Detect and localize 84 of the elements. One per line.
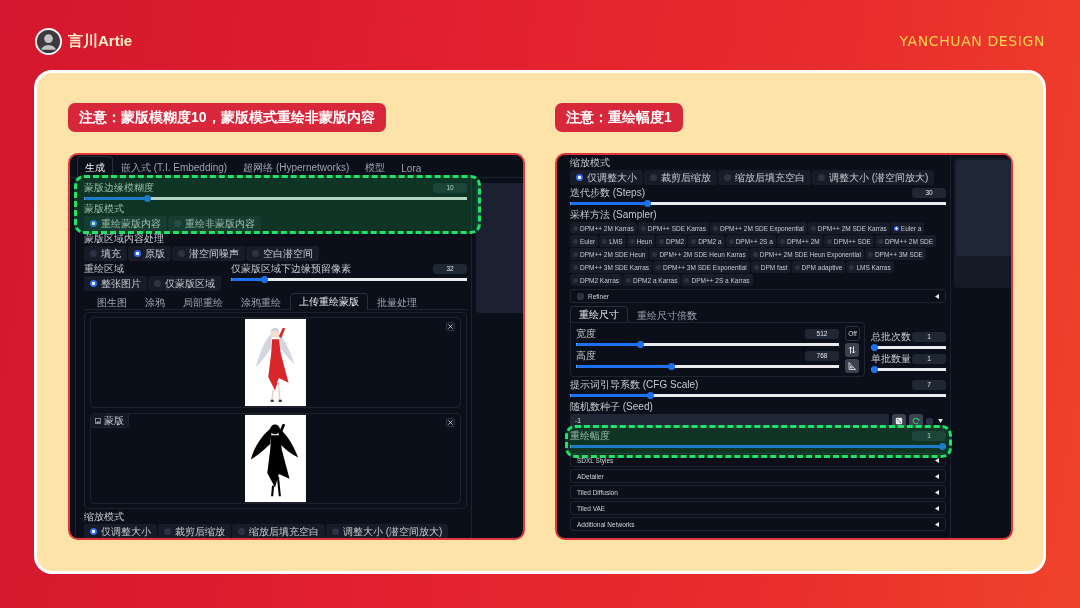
- tab[interactable]: 涂鸦: [136, 294, 174, 310]
- slider-label: 高度: [576, 350, 596, 362]
- tab[interactable]: 涂鸦重绘: [232, 294, 290, 310]
- slider-thumb[interactable]: [939, 443, 946, 450]
- aspect-button[interactable]: [845, 359, 859, 373]
- reuse-seed-button[interactable]: [909, 414, 923, 428]
- close-button[interactable]: [446, 322, 455, 331]
- slider-label: 重绘幅度: [570, 430, 610, 442]
- ruler-triangle-icon: [848, 362, 856, 370]
- radio-option[interactable]: 调整大小 (潜空间放大): [812, 170, 935, 185]
- caret-icon[interactable]: [938, 419, 943, 423]
- caret-icon: [935, 473, 939, 479]
- caret-icon: [935, 489, 939, 495]
- swap-arrows-icon: [848, 346, 856, 354]
- mask-label: 蒙版: [104, 414, 124, 427]
- slider-track[interactable]: [570, 443, 946, 450]
- tab[interactable]: 批量处理: [368, 294, 426, 310]
- slider-label: 总批次数: [871, 331, 911, 343]
- dice-icon: [895, 417, 903, 425]
- radio-option[interactable]: 整张图片: [84, 276, 147, 291]
- tab[interactable]: Lora: [393, 157, 430, 178]
- tab[interactable]: 重绘尺寸倍数: [628, 307, 706, 323]
- slider-label: 提示词引导系数 (CFG Scale): [570, 379, 699, 391]
- avatar-icon: [35, 27, 62, 55]
- checkbox[interactable]: [926, 417, 933, 425]
- note-banner: 注意：蒙版模糊度10，蒙版模式重绘非蒙版内容: [68, 103, 386, 132]
- tab[interactable]: 超网络 (Hypernetworks): [235, 157, 358, 178]
- slider-thumb[interactable]: [260, 276, 268, 283]
- slider-label: 单批数量: [871, 353, 911, 365]
- author-name: 言川Artie: [68, 32, 133, 50]
- radio-option[interactable]: 潜空间噪声: [172, 246, 245, 261]
- radio-option[interactable]: 重绘非蒙版内容: [168, 216, 261, 231]
- group-label: 蒙版模式: [84, 203, 125, 215]
- field-label: 随机数种子 (Seed): [570, 401, 654, 413]
- slider-thumb[interactable]: [643, 200, 651, 207]
- slider-thumb[interactable]: [144, 195, 152, 202]
- swap-button[interactable]: [845, 343, 859, 357]
- radio-option[interactable]: 裁剪后缩放: [644, 170, 717, 185]
- tab[interactable]: 嵌入式 (T.I. Embedding): [113, 157, 236, 178]
- radio-option[interactable]: 缩放后填充空白: [232, 524, 325, 538]
- random-seed-button[interactable]: [892, 414, 906, 428]
- caret-icon: [935, 521, 939, 527]
- slider-thumb[interactable]: [871, 344, 878, 351]
- tab[interactable]: 模型: [357, 157, 394, 178]
- tab[interactable]: 图生图: [88, 294, 136, 310]
- close-button[interactable]: [446, 418, 455, 427]
- caret-icon: [935, 457, 939, 463]
- brand-wordmark: YANCHUAN DESIGN: [899, 32, 1045, 50]
- radio-option[interactable]: 填充: [84, 246, 127, 261]
- group-label: 重绘区域: [84, 263, 125, 275]
- tab[interactable]: 生成: [77, 156, 113, 178]
- checkbox[interactable]: [577, 292, 584, 300]
- radio-option[interactable]: 原版: [128, 246, 171, 261]
- slider-label: 仅蒙版区域下边缘预留像素: [231, 263, 351, 275]
- recycle-icon: [912, 417, 920, 425]
- group-label: 缩放模式: [570, 157, 611, 169]
- radio-option[interactable]: 仅蒙版区域: [148, 276, 221, 291]
- image-icon: [95, 417, 101, 424]
- slider-thumb[interactable]: [637, 341, 645, 348]
- tab[interactable]: 上传重绘蒙版: [290, 293, 368, 310]
- close-icon: [448, 324, 453, 329]
- radio-option[interactable]: 缩放后填充空白: [718, 170, 811, 185]
- slider-label: 宽度: [576, 328, 596, 340]
- caret-icon: [935, 505, 939, 511]
- radio-option[interactable]: 仅调整大小: [570, 170, 643, 185]
- note-banner: 注意：重绘幅度1: [555, 103, 683, 132]
- group-label: 蒙版区域内容处理: [84, 233, 165, 245]
- radio-option[interactable]: 仅调整大小: [84, 524, 157, 538]
- radio-option[interactable]: 重绘蒙版内容: [84, 216, 167, 231]
- group-label: 缩放模式: [84, 511, 125, 523]
- caret-icon: [935, 293, 939, 299]
- radio-option[interactable]: 空白潜空间: [246, 246, 319, 261]
- group-label: 采样方法 (Sampler): [570, 209, 658, 221]
- slider-thumb[interactable]: [647, 392, 655, 399]
- radio-option[interactable]: 调整大小 (潜空间放大): [326, 524, 449, 538]
- tab[interactable]: 局部重绘: [174, 294, 232, 310]
- slider-thumb[interactable]: [668, 363, 676, 370]
- slider-thumb[interactable]: [871, 366, 878, 373]
- slider-label: 迭代步数 (Steps): [570, 187, 645, 199]
- close-icon: [448, 420, 453, 425]
- slider-track[interactable]: [871, 344, 946, 351]
- radio-option[interactable]: 裁剪后缩放: [158, 524, 231, 538]
- slider-label: 蒙版边缘模糊度: [84, 182, 154, 194]
- slider-track[interactable]: [871, 366, 946, 373]
